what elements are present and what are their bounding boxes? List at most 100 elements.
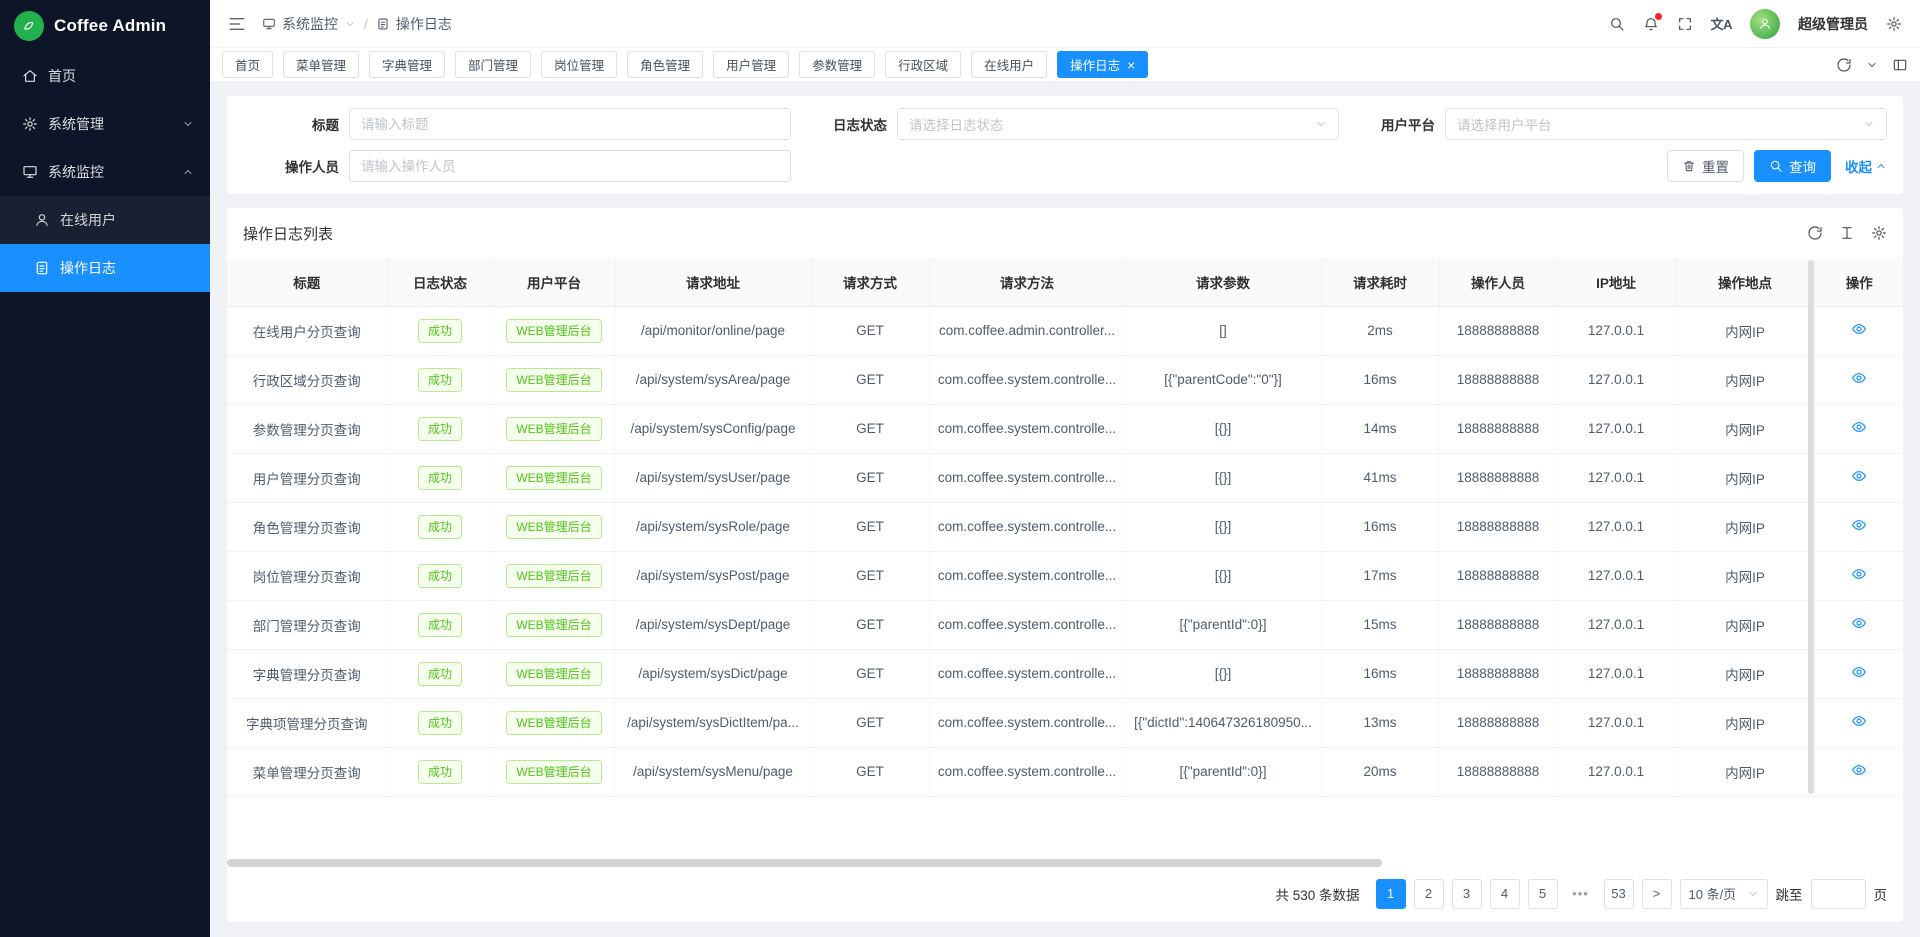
jump-page-input[interactable] [1811,879,1866,909]
sidebar-collapse-icon[interactable] [228,15,246,33]
filter-field-operator: 操作人员 [243,150,791,182]
view-detail-icon[interactable] [1851,321,1867,337]
tab-label: 岗位管理 [554,55,604,74]
column-header-用户平台: 用户平台 [493,258,615,306]
chevron-down-icon [344,18,356,30]
tab-label: 行政区域 [898,55,948,74]
operator-input[interactable] [349,150,791,182]
tab-角色管理[interactable]: 角色管理 [627,51,703,78]
cell-params: [{"parentCode":"0"}] [1125,355,1321,404]
tab-部门管理[interactable]: 部门管理 [455,51,531,78]
filter-actions: 重置 查询 收起 [791,150,1887,182]
sidebar-item-operation-log[interactable]: 操作日志 [0,244,210,292]
tab-label: 字典管理 [382,55,432,74]
page-size-select[interactable]: 10 条/页 [1680,879,1768,909]
tab-字典管理[interactable]: 字典管理 [369,51,445,78]
status-tag: 成功 [418,319,462,343]
platform-tag: WEB管理后台 [506,319,601,343]
tab-label: 角色管理 [640,55,690,74]
search-button[interactable]: 查询 [1754,150,1831,182]
table-header-row: 标题日志状态用户平台请求地址请求方式请求方法请求参数请求耗时操作人员IP地址操作… [227,258,1903,306]
tab-用户管理[interactable]: 用户管理 [713,51,789,78]
view-detail-icon[interactable] [1851,517,1867,533]
filter-panel: 标题 日志状态 请选择日志状态 用户平台 请选择用户平台 [227,96,1903,194]
status-tag: 成功 [418,417,462,441]
cell-ip: 127.0.0.1 [1557,404,1675,453]
notification-bell-icon[interactable] [1643,16,1659,32]
jump-label: 跳至 [1776,884,1803,904]
tab-参数管理[interactable]: 参数管理 [799,51,875,78]
tab-在线用户[interactable]: 在线用户 [971,51,1047,78]
cell-params: [{"parentId":0}] [1125,747,1321,796]
view-detail-icon[interactable] [1851,566,1867,582]
column-header-日志状态: 日志状态 [387,258,493,306]
search-icon[interactable] [1609,16,1625,32]
tab-菜单管理[interactable]: 菜单管理 [283,51,359,78]
column-settings-icon[interactable] [1871,225,1887,241]
tabs-actions [1836,57,1908,73]
sidebar-submenu: 在线用户 操作日志 [0,196,210,292]
tab-close-icon[interactable]: × [1127,58,1135,72]
cell-url: /api/system/sysDictItem/pa... [615,698,811,747]
view-detail-icon[interactable] [1851,664,1867,680]
cell-duration: 13ms [1321,698,1439,747]
page-button-3[interactable]: 3 [1452,879,1482,909]
view-detail-icon[interactable] [1851,370,1867,386]
cell-location: 内网IP [1675,453,1815,502]
coffee-logo-icon [14,11,44,41]
vertical-scrollbar[interactable] [1808,260,1814,794]
username[interactable]: 超级管理员 [1798,14,1868,34]
page-button-5[interactable]: 5 [1528,879,1558,909]
horizontal-scrollbar[interactable] [227,859,1382,867]
chevron-down-icon [1863,118,1875,130]
log-status-select[interactable]: 请选择日志状态 [897,108,1339,140]
breadcrumb: 系统监控 / 操作日志 [262,14,452,34]
cell-handler: com.coffee.system.controlle... [929,355,1125,404]
title-input[interactable] [349,108,791,140]
tab-操作日志[interactable]: 操作日志× [1057,51,1148,78]
layout-icon[interactable] [1892,57,1908,73]
settings-gear-icon[interactable] [1886,16,1902,32]
status-tag: 成功 [418,515,462,539]
page-button-53[interactable]: 53 [1604,879,1634,909]
tab-行政区域[interactable]: 行政区域 [885,51,961,78]
refresh-icon[interactable] [1836,57,1852,73]
chevron-down-icon[interactable] [1866,59,1878,71]
sidebar-item-home[interactable]: 首页 [0,52,210,100]
page-button-1[interactable]: 1 [1376,879,1406,909]
avatar[interactable] [1750,9,1780,39]
fullscreen-icon[interactable] [1677,16,1693,32]
cell-operator: 18888888888 [1439,698,1557,747]
view-detail-icon[interactable] [1851,615,1867,631]
tab-首页[interactable]: 首页 [222,51,273,78]
cell-method: GET [811,404,929,453]
refresh-icon[interactable] [1807,225,1823,241]
user-platform-select[interactable]: 请选择用户平台 [1445,108,1887,140]
tab-岗位管理[interactable]: 岗位管理 [541,51,617,78]
translate-icon[interactable]: 文A [1711,14,1732,33]
sidebar-item-system-management[interactable]: 系统管理 [0,100,210,148]
column-header-请求方法: 请求方法 [929,258,1125,306]
content: 标题 日志状态 请选择日志状态 用户平台 请选择用户平台 [210,82,1920,937]
sidebar-menu: 首页 系统管理 系统监控 在线用户 操作日志 [0,52,210,937]
view-detail-icon[interactable] [1851,713,1867,729]
reset-button[interactable]: 重置 [1667,150,1744,182]
page-button-4[interactable]: 4 [1490,879,1520,909]
sidebar-item-online-users[interactable]: 在线用户 [0,196,210,244]
pagination-total: 共 530 条数据 [1275,884,1359,904]
view-detail-icon[interactable] [1851,762,1867,778]
view-detail-icon[interactable] [1851,468,1867,484]
row-height-icon[interactable] [1839,225,1855,241]
view-detail-icon[interactable] [1851,419,1867,435]
collapse-toggle[interactable]: 收起 [1845,156,1887,176]
cell-action [1815,355,1903,404]
cell-platform: WEB管理后台 [493,502,615,551]
app-logo[interactable]: Coffee Admin [0,0,210,52]
menu-label: 系统监控 [48,162,104,182]
sidebar-item-system-monitor[interactable]: 系统监控 [0,148,210,196]
breadcrumb-parent[interactable]: 系统监控 [262,14,356,34]
cell-title: 在线用户分页查询 [227,306,387,355]
page-button-2[interactable]: 2 [1414,879,1444,909]
platform-tag: WEB管理后台 [506,417,601,441]
next-page-button[interactable]: > [1642,879,1672,909]
